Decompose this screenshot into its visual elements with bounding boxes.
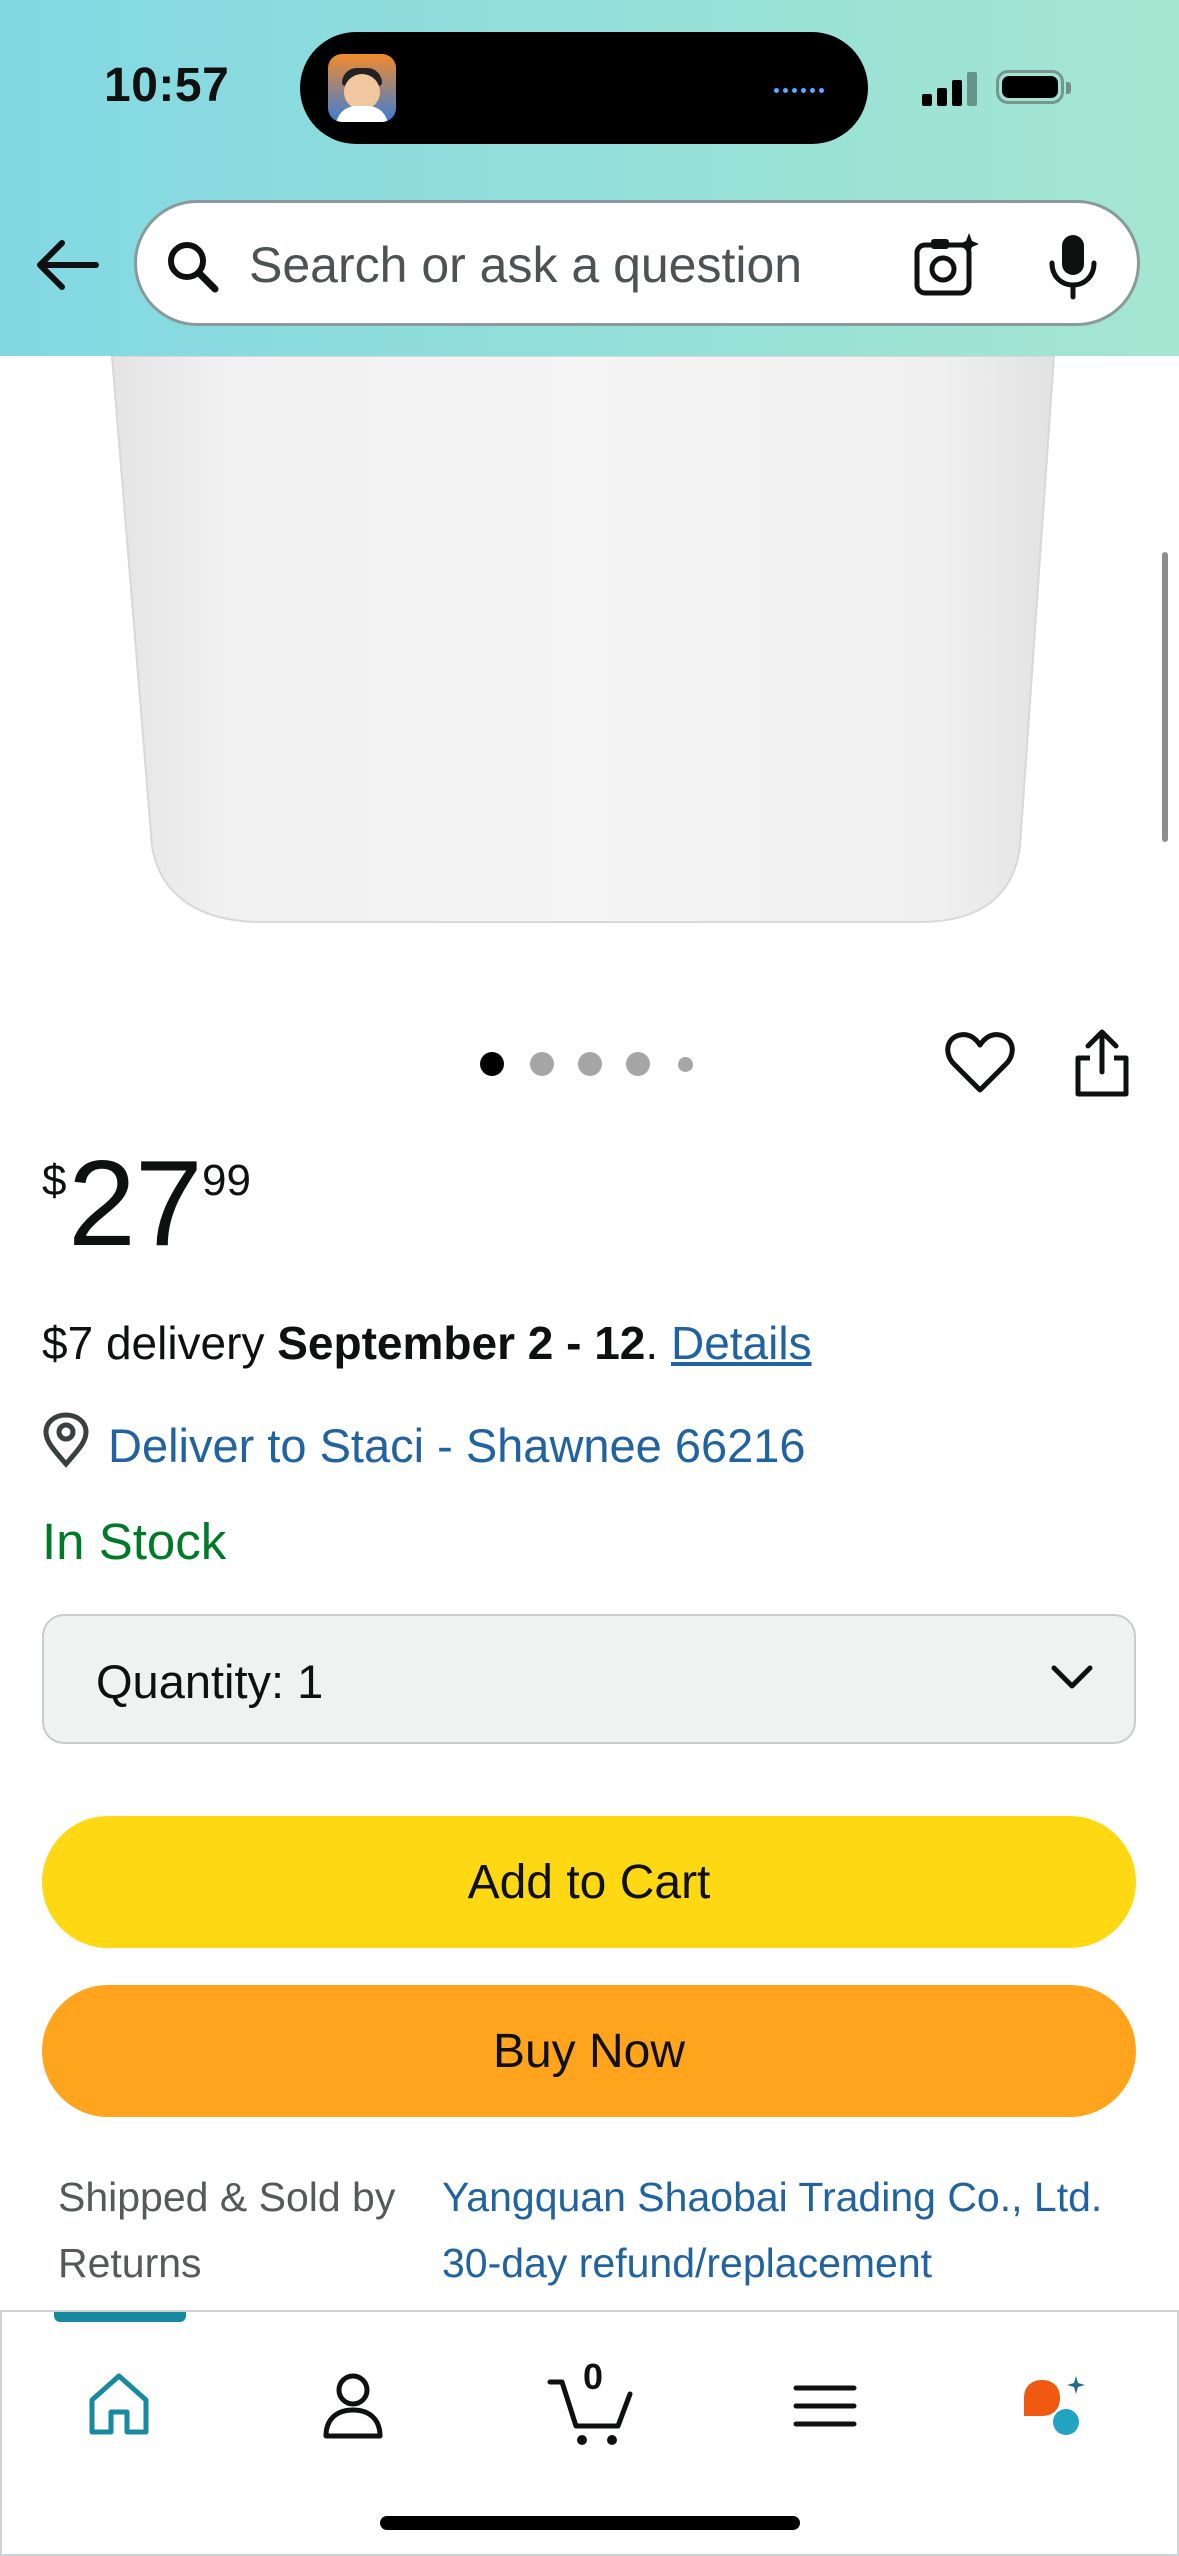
back-arrow-icon[interactable] [30, 228, 104, 302]
cart-count-badge: 0 [582, 2356, 604, 2397]
dynamic-island[interactable] [300, 32, 868, 144]
camera-lens-icon[interactable] [913, 233, 979, 299]
cart-icon[interactable]: 0 [546, 2356, 636, 2450]
deliver-to-text[interactable]: Deliver to Staci - Shawnee 66216 [108, 1418, 806, 1473]
price-whole: 27 [68, 1135, 203, 1271]
seller-link[interactable]: Yangquan Shaobai Trading Co., Ltd. [442, 2174, 1102, 2221]
account-icon[interactable] [308, 2360, 398, 2450]
battery-icon [996, 70, 1074, 106]
pager-dot[interactable] [530, 1052, 554, 1076]
avatar-face [344, 74, 380, 110]
search-bar[interactable] [134, 200, 1140, 326]
pager-dot[interactable] [678, 1057, 693, 1072]
active-tab-indicator [54, 2312, 186, 2322]
delivery-info: $7 delivery September 2 - 12. Details [42, 1316, 812, 1370]
pager-dot-active[interactable] [480, 1052, 504, 1076]
details-link[interactable]: Details [671, 1317, 812, 1369]
returns-policy-link[interactable]: 30-day refund/replacement [442, 2240, 932, 2287]
buy-now-button[interactable]: Buy Now [42, 1985, 1136, 2117]
share-icon[interactable] [1070, 1028, 1134, 1098]
product-image[interactable] [0, 355, 1179, 956]
pager-dot[interactable] [626, 1052, 650, 1076]
quantity-label: Quantity: [96, 1655, 285, 1708]
avatar-shirt [336, 106, 388, 122]
top-header: 10:57 [0, 0, 1179, 356]
pager-dot[interactable] [578, 1052, 602, 1076]
cellular-signal-icon [922, 70, 980, 106]
scrollbar[interactable] [1162, 552, 1168, 842]
audio-waveform-icon [774, 82, 838, 94]
quantity-dropdown[interactable]: Quantity: 1 [42, 1614, 1136, 1744]
status-time: 10:57 [104, 59, 230, 112]
location-pin-icon [42, 1412, 90, 1468]
rufus-assistant-icon[interactable] [1014, 2360, 1104, 2450]
delivery-separator: . [645, 1317, 671, 1369]
microphone-icon[interactable] [1043, 231, 1103, 301]
chevron-down-icon [1048, 1658, 1096, 1698]
live-activity-avatar[interactable] [328, 54, 396, 122]
home-indicator[interactable] [380, 2516, 800, 2530]
add-to-cart-button[interactable]: Add to Cart [42, 1816, 1136, 1948]
availability-status: In Stock [42, 1513, 227, 1570]
price-currency: $ [42, 1156, 67, 1205]
price-fraction: 99 [202, 1156, 251, 1205]
shipped-sold-label: Shipped & Sold by [58, 2174, 396, 2220]
quantity-value: 1 [297, 1655, 324, 1708]
delivery-dates: September 2 - 12 [277, 1317, 646, 1369]
heart-icon[interactable] [944, 1030, 1016, 1096]
search-input[interactable] [247, 227, 891, 303]
quantity-text: Quantity: 1 [96, 1654, 323, 1709]
home-icon[interactable] [74, 2360, 164, 2450]
returns-label: Returns [58, 2240, 202, 2286]
search-icon [165, 239, 219, 293]
menu-icon[interactable] [780, 2360, 870, 2450]
delivery-prefix: $7 delivery [42, 1317, 278, 1369]
